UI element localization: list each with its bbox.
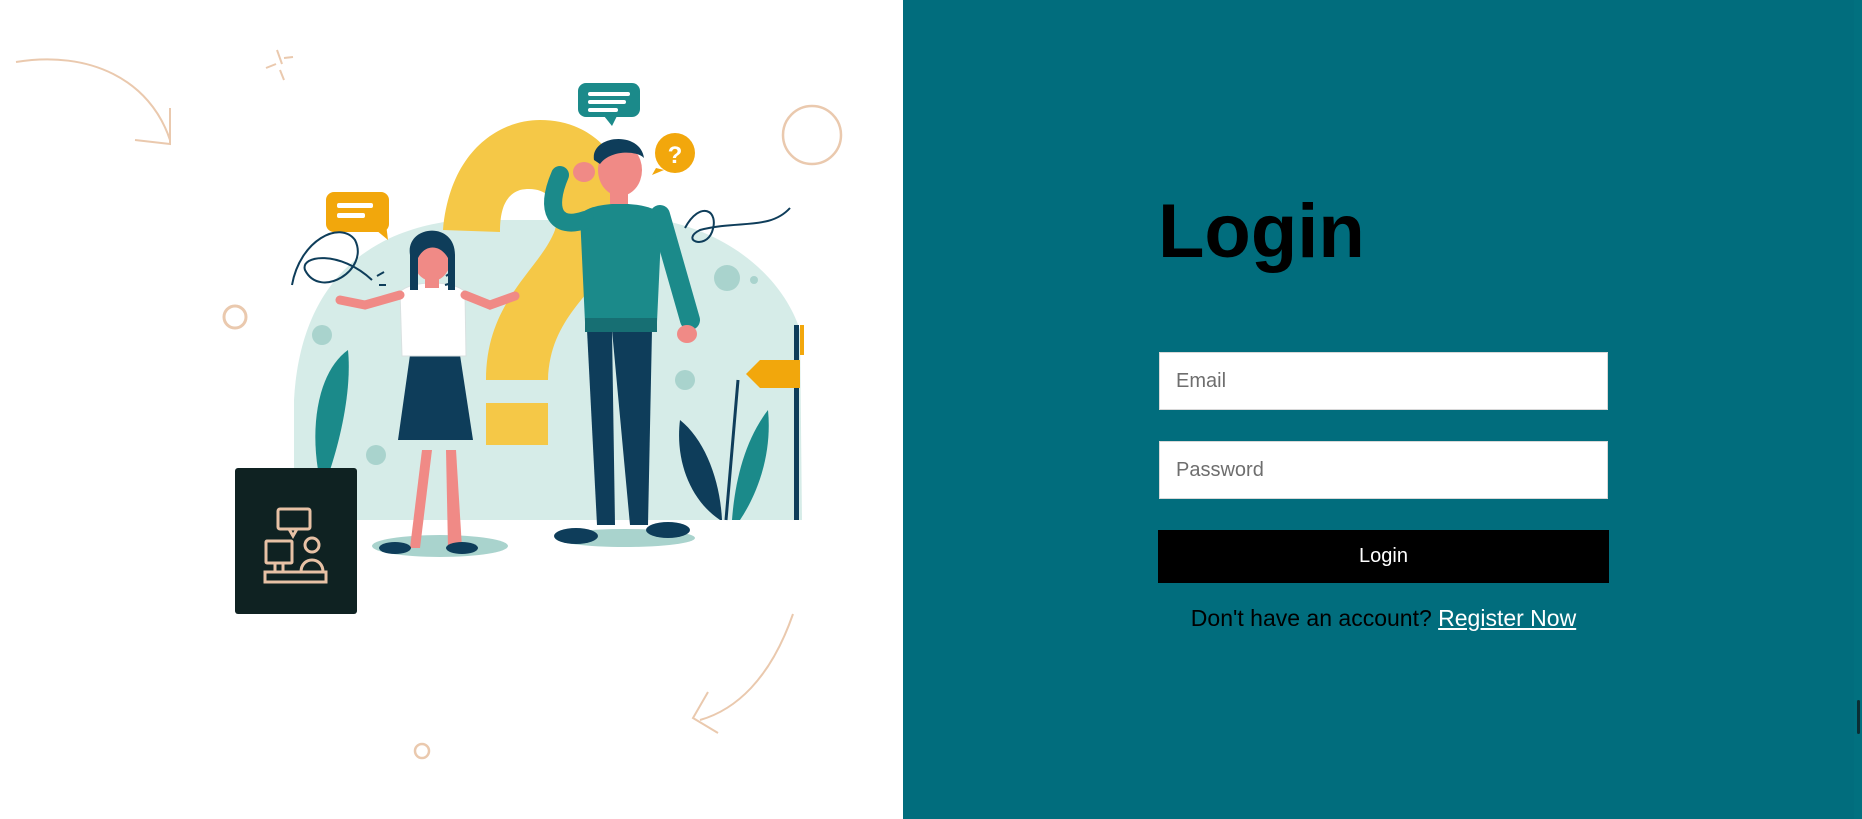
svg-text:?: ? <box>668 142 683 169</box>
login-button[interactable]: Login <box>1158 530 1609 583</box>
question-illustration: ? <box>15 49 843 760</box>
illustration-panel: ? <box>0 0 903 819</box>
question-bubble-icon: ? <box>652 133 695 175</box>
password-field[interactable] <box>1159 441 1608 499</box>
register-prompt-text: Don't have an account? <box>1190 605 1432 631</box>
login-panel: Login Login Don't have an account? Regis… <box>903 0 1862 819</box>
scrollbar-thumb[interactable] <box>1857 700 1860 734</box>
register-prompt: Don't have an account? Register Now <box>1159 605 1608 632</box>
scrollbar-track[interactable] <box>1854 0 1862 819</box>
arrow-doodle-icon <box>15 58 171 141</box>
support-badge <box>235 468 357 614</box>
page-title: Login <box>1158 189 1365 274</box>
email-field[interactable] <box>1159 352 1608 410</box>
register-now-link[interactable]: Register Now <box>1438 605 1576 631</box>
desk-support-icon <box>263 507 328 584</box>
